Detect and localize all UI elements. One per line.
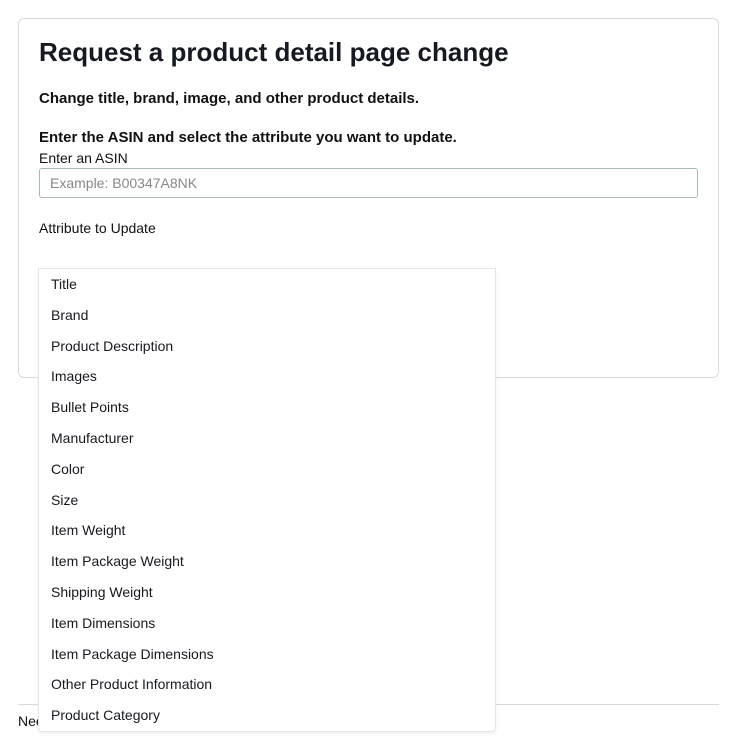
asin-label: Enter an ASIN bbox=[39, 150, 698, 166]
dropdown-option[interactable]: Brand bbox=[39, 300, 495, 331]
dropdown-option[interactable]: Product Description bbox=[39, 331, 495, 362]
dropdown-option[interactable]: Title bbox=[39, 269, 495, 300]
attribute-dropdown-list[interactable]: Title Brand Product Description Images B… bbox=[38, 268, 496, 732]
page-title: Request a product detail page change bbox=[39, 37, 698, 68]
asin-input[interactable] bbox=[39, 168, 698, 198]
dropdown-option[interactable]: Item Dimensions bbox=[39, 608, 495, 639]
dropdown-option[interactable]: Item Package Weight bbox=[39, 546, 495, 577]
dropdown-option[interactable]: Item Weight bbox=[39, 515, 495, 546]
dropdown-option[interactable]: Manufacturer bbox=[39, 423, 495, 454]
dropdown-option[interactable]: Images bbox=[39, 361, 495, 392]
dropdown-option[interactable]: Item Package Dimensions bbox=[39, 639, 495, 670]
dropdown-option[interactable]: Size bbox=[39, 485, 495, 516]
dropdown-option[interactable]: Bullet Points bbox=[39, 392, 495, 423]
dropdown-option[interactable]: Product Category bbox=[39, 700, 495, 731]
dropdown-option[interactable]: Shipping Weight bbox=[39, 577, 495, 608]
instruction: Enter the ASIN and select the attribute … bbox=[39, 129, 698, 146]
dropdown-option[interactable]: Color bbox=[39, 454, 495, 485]
attribute-label: Attribute to Update bbox=[39, 220, 698, 236]
subtitle: Change title, brand, image, and other pr… bbox=[39, 90, 698, 107]
dropdown-option[interactable]: Other Product Information bbox=[39, 669, 495, 700]
